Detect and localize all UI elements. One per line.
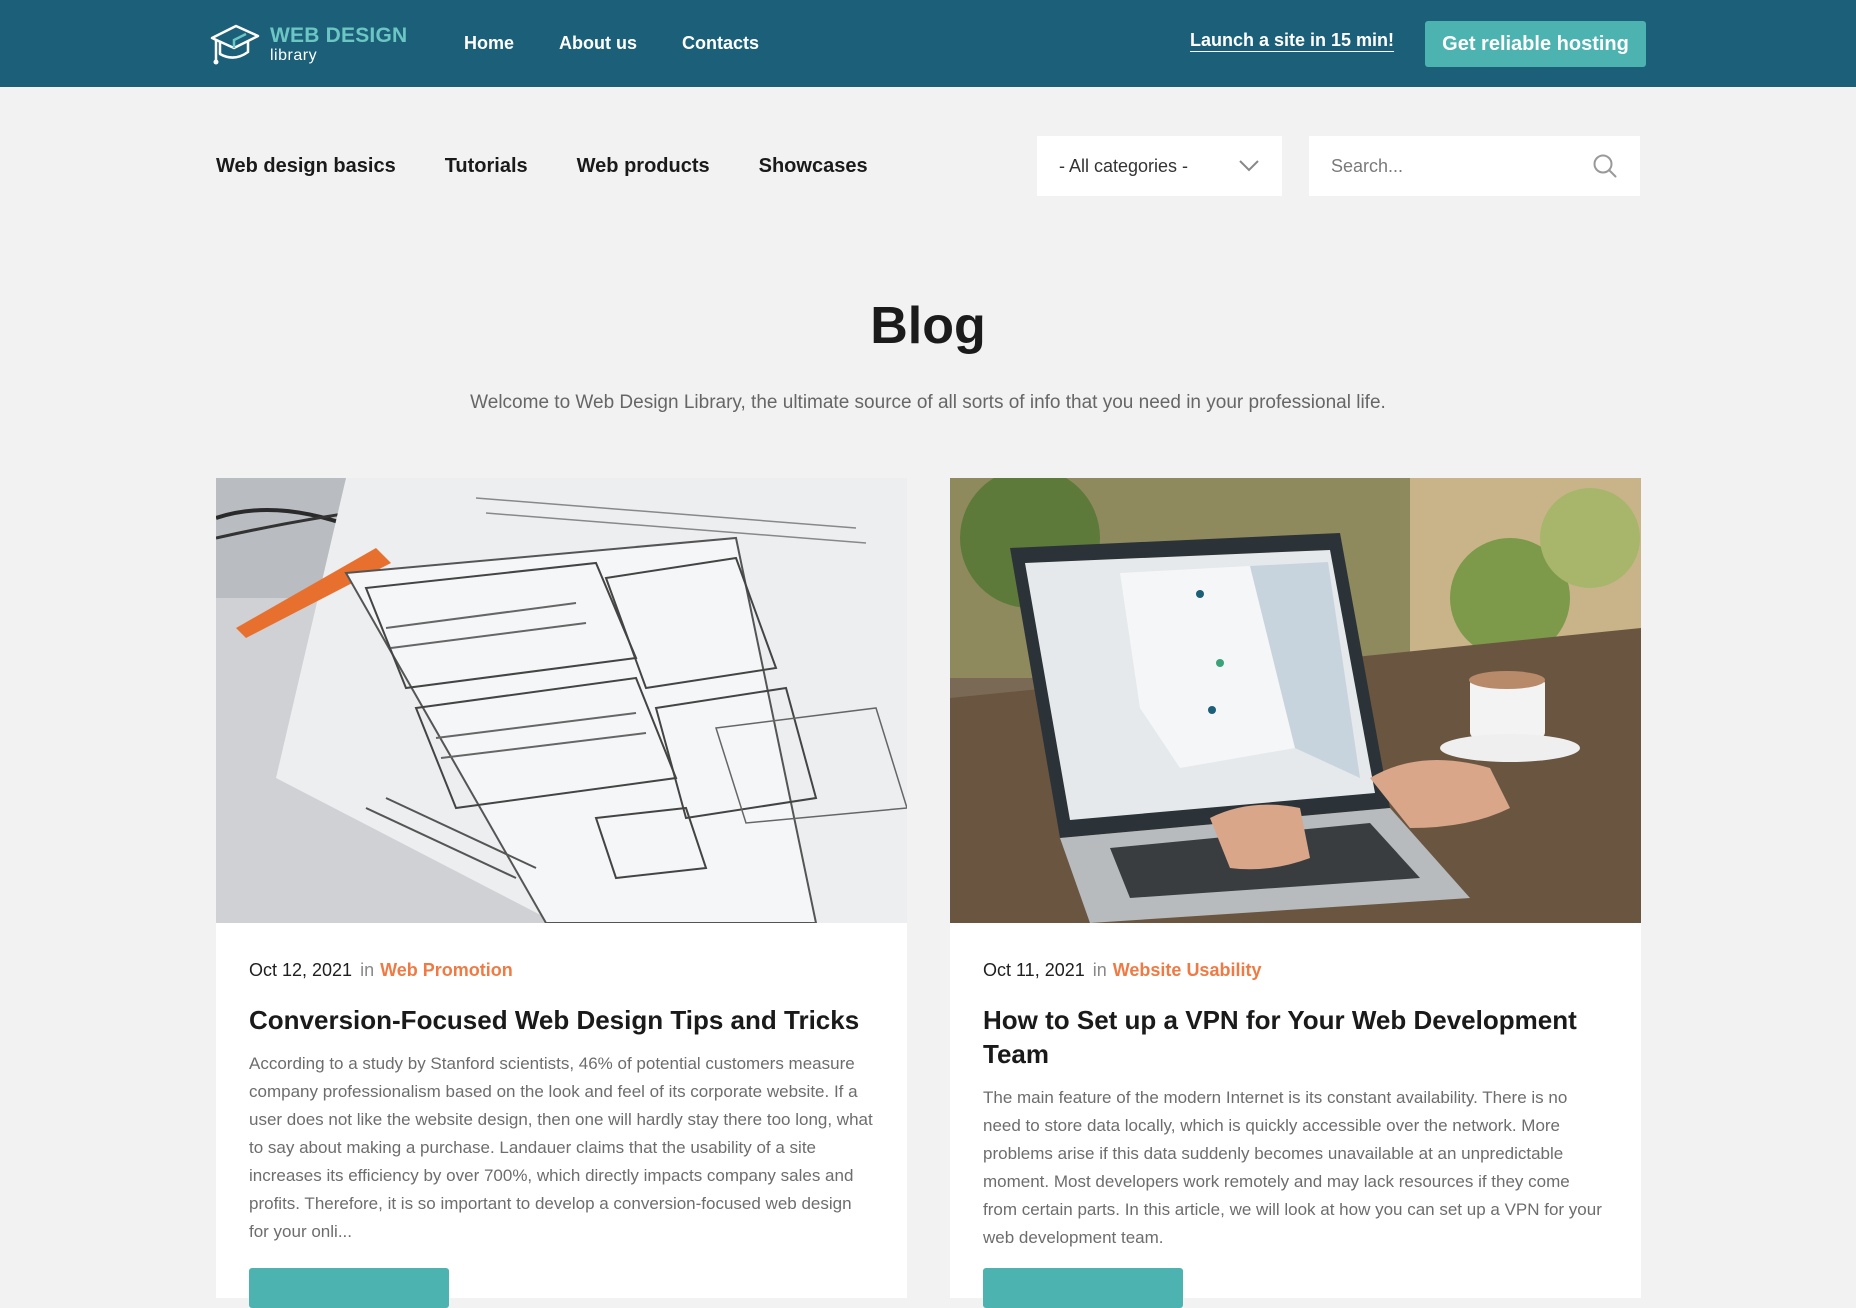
post-meta-in: in bbox=[360, 960, 375, 980]
subnav-web-products[interactable]: Web products bbox=[577, 155, 710, 178]
chevron-down-icon bbox=[1239, 160, 1259, 172]
read-more-button[interactable] bbox=[249, 1268, 449, 1308]
top-header: WEB DESIGN library Home About us Contact… bbox=[0, 0, 1856, 87]
nav-contacts[interactable]: Contacts bbox=[682, 33, 759, 54]
site-logo[interactable]: WEB DESIGN library bbox=[208, 20, 407, 68]
search-box bbox=[1309, 136, 1640, 196]
logo-subtitle: library bbox=[270, 46, 318, 64]
read-more-button[interactable] bbox=[983, 1268, 1183, 1308]
post-category-link[interactable]: Web Promotion bbox=[380, 960, 513, 980]
category-select-value: - All categories - bbox=[1059, 155, 1189, 176]
post-excerpt: The main feature of the modern Internet … bbox=[983, 1088, 1602, 1247]
post-meta-in: in bbox=[1092, 960, 1107, 980]
nav-about-us[interactable]: About us bbox=[559, 33, 637, 54]
post-meta: Oct 11, 2021 in Website Usability bbox=[983, 960, 1608, 981]
nav-home[interactable]: Home bbox=[464, 33, 514, 54]
post-title[interactable]: How to Set up a VPN for Your Web Develop… bbox=[983, 1003, 1608, 1071]
graduation-cap-icon bbox=[210, 24, 260, 65]
blog-post-card: Oct 12, 2021 in Web Promotion Conversion-F… bbox=[216, 478, 907, 1308]
post-image-wireframe-sketch[interactable] bbox=[216, 478, 907, 923]
blog-post-card: Oct 11, 2021 in Website Usability How to S… bbox=[950, 478, 1641, 1308]
logo-title: WEB DESIGN bbox=[270, 23, 408, 47]
search-icon[interactable] bbox=[1592, 153, 1618, 179]
post-title[interactable]: Conversion-Focused Web Design Tips and T… bbox=[249, 1003, 874, 1037]
post-date: Oct 11, 2021 bbox=[983, 960, 1085, 980]
page-title: Blog bbox=[870, 297, 986, 355]
post-meta: Oct 12, 2021 in Web Promotion bbox=[249, 960, 874, 981]
subnav-showcases[interactable]: Showcases bbox=[759, 155, 868, 178]
post-category-link[interactable]: Website Usability bbox=[1113, 960, 1262, 980]
post-date: Oct 12, 2021 bbox=[249, 960, 353, 980]
category-nav: Web design basics Tutorials Web products… bbox=[216, 136, 868, 196]
main-nav: Home About us Contacts bbox=[464, 0, 759, 87]
subnav-tutorials[interactable]: Tutorials bbox=[445, 155, 528, 178]
search-input[interactable] bbox=[1331, 155, 1571, 177]
post-image-laptop-vpn[interactable] bbox=[950, 478, 1641, 923]
post-excerpt: According to a study by Stanford scienti… bbox=[249, 1054, 873, 1241]
page-intro: Welcome to Web Design Library, the ultim… bbox=[470, 392, 1386, 413]
get-hosting-button[interactable]: Get reliable hosting bbox=[1425, 21, 1646, 67]
category-select[interactable]: - All categories - bbox=[1037, 136, 1282, 196]
subnav-web-design-basics[interactable]: Web design basics bbox=[216, 155, 396, 178]
launch-site-link[interactable]: Launch a site in 15 min! bbox=[1190, 30, 1394, 51]
